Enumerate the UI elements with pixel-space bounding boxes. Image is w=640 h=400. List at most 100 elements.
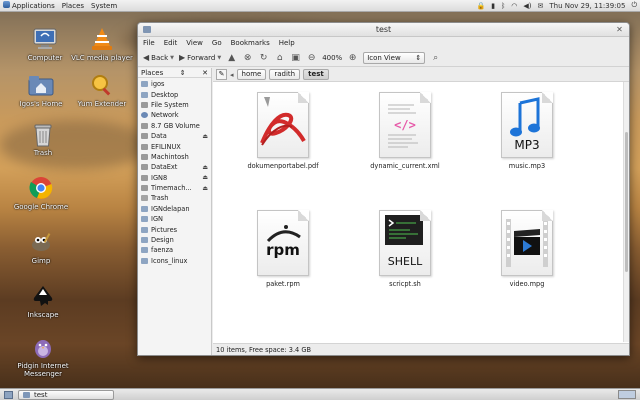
sidebar-item-ign8[interactable]: IGN8 ⏏	[138, 173, 211, 183]
menu-view[interactable]: View	[186, 39, 203, 47]
audio-file-icon: MP3	[501, 92, 553, 158]
sidebar-item-ign[interactable]: IGN	[138, 214, 211, 224]
desktop-icon-pidgin[interactable]: Pidgin Internet Messenger	[8, 334, 78, 378]
wifi-icon[interactable]: ◠	[511, 2, 517, 10]
reload-icon[interactable]: ↻	[258, 52, 269, 63]
back-button[interactable]: ◀ Back ▼	[143, 53, 174, 62]
sidebar-item-dataext[interactable]: DataExt ⏏	[138, 162, 211, 172]
chevron-down-icon[interactable]: ▼	[170, 55, 174, 61]
file-item-mp3[interactable]: MP3 music.mp3	[477, 92, 577, 170]
menu-go[interactable]: Go	[212, 39, 222, 47]
arrow-right-icon: ▶	[179, 53, 186, 62]
vertical-scrollbar[interactable]	[623, 82, 629, 342]
home-icon[interactable]: ⌂	[274, 52, 285, 63]
view-mode-select[interactable]: Icon View ⇕	[363, 51, 426, 64]
desktop-icon-label: Yum Extender	[77, 100, 127, 108]
sidebar-item-icons-linux[interactable]: Icons_linux	[138, 256, 211, 266]
folder-icon	[143, 26, 151, 33]
clock[interactable]: Thu Nov 29, 11:39:05	[549, 2, 625, 10]
shell-badge: SHELL	[387, 255, 423, 268]
window-titlebar[interactable]: test ✕	[138, 23, 629, 37]
eject-icon[interactable]: ⏏	[202, 164, 208, 171]
workspace-switcher[interactable]	[618, 390, 636, 399]
file-item-rpm[interactable]: rpm paket.rpm	[233, 210, 333, 288]
search-icon[interactable]: ⌕	[430, 52, 441, 63]
chrome-icon	[28, 175, 54, 201]
chevron-updown-icon: ⇕	[415, 53, 422, 62]
desktop-icon-label: Trash	[33, 149, 53, 157]
stop-icon[interactable]: ⊗	[242, 52, 253, 63]
power-icon[interactable]: ⏻	[631, 1, 637, 10]
edit-location-icon[interactable]: ✎	[216, 69, 227, 80]
sidebar-item-faenza[interactable]: faenza	[138, 245, 211, 255]
drive-icon	[141, 153, 148, 160]
folder-icon	[141, 91, 148, 98]
sidebar-item-design[interactable]: Design	[138, 235, 211, 245]
chevron-left-icon[interactable]: ◂	[230, 71, 234, 79]
lock-icon[interactable]: 🔒	[477, 2, 486, 10]
sidebar-item-igndelapan[interactable]: IGNdelapan	[138, 204, 211, 214]
mail-icon[interactable]: ✉	[538, 2, 544, 10]
desktop-icon-chrome[interactable]: Google Chrome	[6, 175, 76, 211]
bluetooth-icon[interactable]: ᛒ	[501, 2, 505, 10]
chevron-down-icon[interactable]: ▼	[217, 55, 221, 61]
close-icon[interactable]: ✕	[202, 69, 208, 77]
file-item-pdf[interactable]: dokumenportabel.pdf	[233, 92, 333, 170]
trash-icon	[30, 121, 56, 147]
svg-text:</>: </>	[394, 118, 416, 132]
sidebar-item-igos[interactable]: igos	[138, 79, 211, 89]
desktop-icon-gimp[interactable]: Gimp	[6, 229, 76, 265]
breadcrumb: ✎ ◂ home radith test	[213, 68, 629, 82]
desktop-icon-yum-extender[interactable]: Yum Extender	[67, 72, 137, 108]
sidebar-item-efilinux[interactable]: EFILINUX	[138, 141, 211, 151]
zoom-level: 400%	[322, 53, 343, 62]
file-item-xml[interactable]: </> dynamic_current.xml	[355, 92, 455, 170]
desktop-icon-home[interactable]: Igos's Home	[6, 72, 76, 108]
computer-icon[interactable]: ▣	[290, 52, 301, 63]
up-icon[interactable]: ▲	[226, 52, 237, 63]
sidebar-item-data[interactable]: Data ⏏	[138, 131, 211, 141]
desktop-icon-trash[interactable]: Trash	[8, 121, 78, 157]
menu-edit[interactable]: Edit	[164, 39, 178, 47]
computer-icon	[32, 26, 58, 52]
gimp-icon	[28, 229, 54, 255]
file-item-video[interactable]: video.mpg	[477, 210, 577, 288]
desktop-icon-label: Gimp	[31, 257, 51, 265]
places-menu[interactable]: Places	[62, 2, 84, 10]
sidebar-header[interactable]: Places ⇕ ✕	[138, 68, 211, 78]
sidebar-item-file-system[interactable]: File System	[138, 100, 211, 110]
applications-menu[interactable]: Applications	[3, 1, 55, 10]
battery-icon[interactable]: ▮	[491, 2, 495, 10]
eject-icon[interactable]: ⏏	[202, 185, 208, 192]
file-item-shell[interactable]: SHELL scricpt.sh	[355, 210, 455, 288]
sidebar-item-network[interactable]: Network	[138, 110, 211, 120]
breadcrumb-test[interactable]: test	[303, 69, 329, 80]
scrollbar-thumb[interactable]	[625, 132, 628, 272]
sidebar-item-pictures[interactable]: Pictures	[138, 224, 211, 234]
system-menu[interactable]: System	[91, 2, 117, 10]
pidgin-icon	[30, 334, 56, 360]
eject-icon[interactable]: ⏏	[202, 174, 208, 181]
folder-icon	[141, 257, 148, 264]
desktop-icon-vlc[interactable]: VLC media player	[67, 26, 137, 62]
show-desktop-icon[interactable]	[4, 390, 13, 399]
menu-file[interactable]: File	[143, 39, 155, 47]
close-icon[interactable]: ✕	[615, 25, 624, 34]
zoom-in-icon[interactable]: ⊕	[347, 52, 358, 63]
sidebar-item-desktop[interactable]: Desktop	[138, 89, 211, 99]
volume-icon[interactable]: ◀)	[523, 2, 531, 10]
breadcrumb-radith[interactable]: radith	[269, 69, 301, 80]
sidebar-item-trash[interactable]: Trash	[138, 193, 211, 203]
sidebar-item-machintosh[interactable]: Machintosh	[138, 152, 211, 162]
menu-bookmarks[interactable]: Bookmarks	[231, 39, 270, 47]
taskbar-item-test[interactable]: test	[18, 389, 114, 400]
breadcrumb-home[interactable]: home	[236, 69, 267, 80]
menu-help[interactable]: Help	[279, 39, 295, 47]
desktop-icon-inkscape[interactable]: Inkscape	[8, 283, 78, 319]
zoom-out-icon[interactable]: ⊖	[306, 52, 317, 63]
sidebar-item-timemachine[interactable]: Timemach... ⏏	[138, 183, 211, 193]
forward-button[interactable]: ▶ Forward ▼	[179, 53, 221, 62]
sidebar-item-volume[interactable]: 8.7 GB Volume	[138, 121, 211, 131]
eject-icon[interactable]: ⏏	[202, 133, 208, 140]
chevron-updown-icon[interactable]: ⇕	[180, 69, 186, 77]
